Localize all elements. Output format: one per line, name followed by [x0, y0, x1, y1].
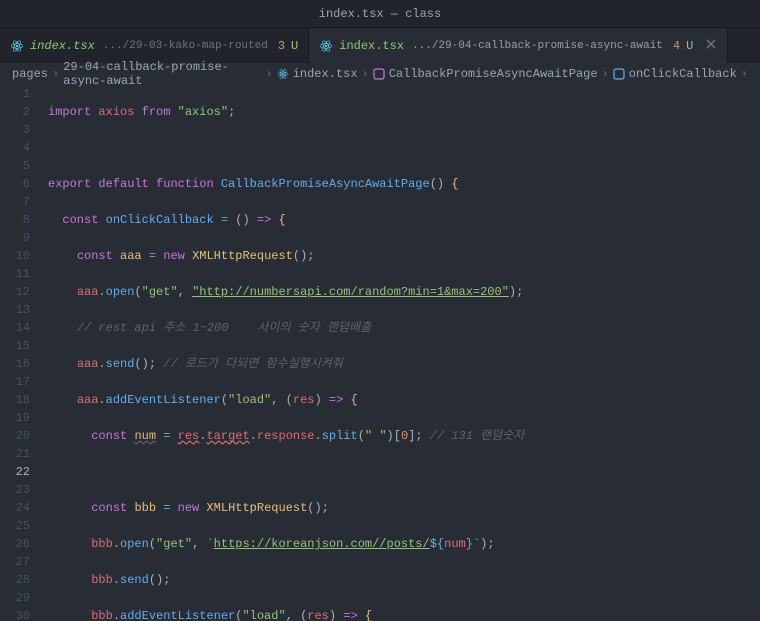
chevron-right-icon: › — [362, 67, 369, 81]
code-area[interactable]: import axios from "axios"; export defaul… — [48, 85, 760, 621]
close-icon[interactable] — [705, 38, 717, 54]
breadcrumb-folder[interactable]: 29-04-callback-promise-async-await — [63, 60, 261, 88]
breadcrumb-folder[interactable]: pages — [12, 67, 48, 81]
symbol-icon — [613, 68, 625, 80]
react-icon — [10, 39, 24, 53]
tab-badge: 3 — [278, 39, 285, 53]
tab-status: U — [686, 39, 693, 53]
tab-status: U — [291, 39, 298, 53]
tab-name: index.tsx — [30, 39, 95, 53]
breadcrumb-symbol[interactable]: onClickCallback — [613, 67, 737, 81]
chevron-right-icon: › — [266, 67, 273, 81]
react-icon — [319, 39, 333, 53]
tab-path: .../29-04-callback-promise-async-await — [412, 40, 663, 52]
chevron-right-icon: › — [741, 67, 748, 81]
tab-bar: index.tsx .../29-03-kako-map-routed 3 U … — [0, 28, 760, 63]
breadcrumb-file[interactable]: index.tsx — [277, 67, 358, 81]
breadcrumb[interactable]: pages › 29-04-callback-promise-async-awa… — [0, 63, 760, 85]
title-bar: index.tsx — class — [0, 0, 760, 28]
tab-1[interactable]: index.tsx .../29-04-callback-promise-asy… — [309, 28, 728, 63]
tab-name: index.tsx — [339, 39, 404, 53]
tab-0[interactable]: index.tsx .../29-03-kako-map-routed 3 U — [0, 28, 309, 63]
tab-path: .../29-03-kako-map-routed — [103, 40, 268, 52]
chevron-right-icon: › — [52, 67, 59, 81]
line-gutter: 1234567891011121314151617181920212223242… — [0, 85, 48, 621]
breadcrumb-symbol[interactable]: CallbackPromiseAsyncAwaitPage — [373, 67, 598, 81]
react-icon — [277, 68, 289, 80]
chevron-right-icon: › — [602, 67, 609, 81]
tab-badge: 4 — [673, 39, 680, 53]
code-editor[interactable]: 1234567891011121314151617181920212223242… — [0, 85, 760, 621]
symbol-icon — [373, 68, 385, 80]
window-title: index.tsx — class — [319, 7, 441, 21]
